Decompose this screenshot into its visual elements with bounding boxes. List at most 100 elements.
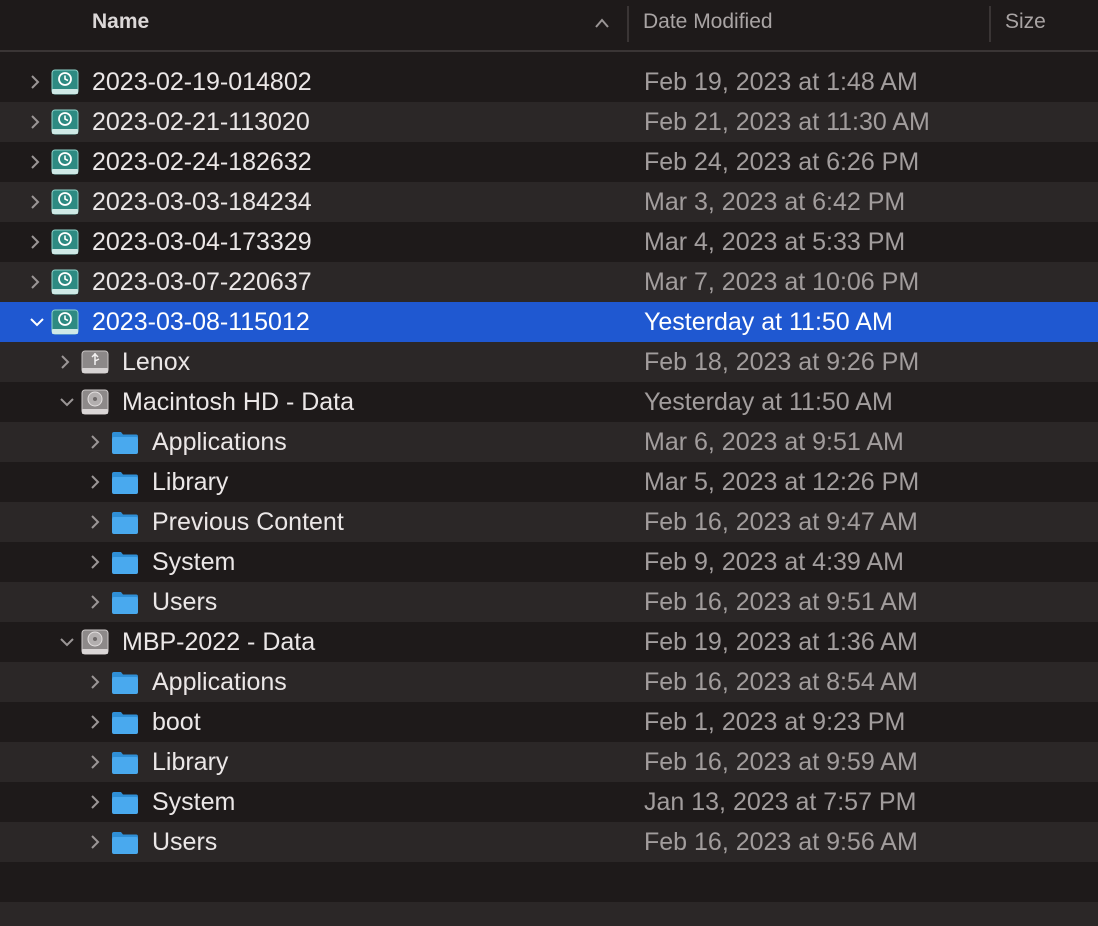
- empty-row: [0, 902, 1098, 926]
- hard-drive-icon: [80, 627, 110, 657]
- list-item[interactable]: Users Feb 16, 2023 at 9:51 AM: [0, 582, 1098, 622]
- item-date-modified: Feb 19, 2023 at 1:36 AM: [644, 628, 918, 656]
- item-date-modified: Feb 24, 2023 at 6:26 PM: [644, 148, 920, 176]
- file-list: 2023-02-19-014802 Feb 19, 2023 at 1:48 AM…: [0, 62, 1098, 862]
- list-item[interactable]: Applications Feb 16, 2023 at 8:54 AM: [0, 662, 1098, 702]
- list-item[interactable]: 2023-03-03-184234 Mar 3, 2023 at 6:42 PM: [0, 182, 1098, 222]
- item-name: 2023-02-19-014802: [92, 68, 312, 96]
- time-machine-backup-icon: [50, 107, 80, 137]
- chevron-right-icon[interactable]: [28, 154, 42, 170]
- item-name: MBP-2022 - Data: [122, 628, 316, 656]
- time-machine-backup-icon: [50, 267, 80, 297]
- date-modified-column-header[interactable]: Date Modified: [643, 0, 773, 46]
- item-name: 2023-03-03-184234: [92, 188, 312, 216]
- sort-ascending-icon[interactable]: [594, 17, 610, 29]
- chevron-right-icon[interactable]: [88, 674, 102, 690]
- time-machine-backup-icon: [50, 307, 80, 337]
- item-date-modified: Mar 5, 2023 at 12:26 PM: [644, 468, 920, 496]
- item-name: Users: [152, 828, 218, 856]
- chevron-right-icon[interactable]: [88, 434, 102, 450]
- chevron-right-icon[interactable]: [28, 194, 42, 210]
- item-date-modified: Mar 4, 2023 at 5:33 PM: [644, 228, 906, 256]
- folder-icon: [110, 467, 140, 497]
- item-date-modified: Feb 1, 2023 at 9:23 PM: [644, 708, 906, 736]
- folder-icon: [110, 827, 140, 857]
- item-name: System: [152, 788, 236, 816]
- chevron-right-icon[interactable]: [58, 354, 72, 370]
- item-date-modified: Feb 21, 2023 at 11:30 AM: [644, 108, 930, 136]
- item-name: Applications: [152, 668, 287, 696]
- folder-icon: [110, 787, 140, 817]
- chevron-right-icon[interactable]: [88, 714, 102, 730]
- item-date-modified: Jan 13, 2023 at 7:57 PM: [644, 788, 917, 816]
- column-header: Name Date Modified Size: [0, 0, 1098, 52]
- chevron-right-icon[interactable]: [28, 274, 42, 290]
- list-item[interactable]: MBP-2022 - Data Feb 19, 2023 at 1:36 AM: [0, 622, 1098, 662]
- time-machine-backup-icon: [50, 187, 80, 217]
- list-item[interactable]: Applications Mar 6, 2023 at 9:51 AM: [0, 422, 1098, 462]
- item-date-modified: Mar 7, 2023 at 10:06 PM: [644, 268, 920, 296]
- folder-icon: [110, 587, 140, 617]
- item-date-modified: Yesterday at 11:50 AM: [644, 308, 893, 336]
- list-item[interactable]: Users Feb 16, 2023 at 9:56 AM: [0, 822, 1098, 862]
- list-item[interactable]: 2023-03-07-220637 Mar 7, 2023 at 10:06 PM: [0, 262, 1098, 302]
- item-name: 2023-02-24-182632: [92, 148, 312, 176]
- item-name: 2023-03-07-220637: [92, 268, 312, 296]
- folder-icon: [110, 507, 140, 537]
- item-date-modified: Mar 6, 2023 at 9:51 AM: [644, 428, 904, 456]
- list-item[interactable]: Macintosh HD - Data Yesterday at 11:50 AM: [0, 382, 1098, 422]
- item-name: Lenox: [122, 348, 191, 376]
- item-date-modified: Feb 16, 2023 at 9:56 AM: [644, 828, 918, 856]
- list-item[interactable]: Lenox Feb 18, 2023 at 9:26 PM: [0, 342, 1098, 382]
- item-date-modified: Feb 19, 2023 at 1:48 AM: [644, 68, 918, 96]
- chevron-right-icon[interactable]: [88, 794, 102, 810]
- chevron-right-icon[interactable]: [88, 514, 102, 530]
- chevron-right-icon[interactable]: [88, 834, 102, 850]
- list-item[interactable]: 2023-02-19-014802 Feb 19, 2023 at 1:48 AM: [0, 62, 1098, 102]
- item-name: Library: [152, 748, 229, 776]
- name-column-header[interactable]: Name: [92, 0, 149, 46]
- chevron-right-icon[interactable]: [88, 754, 102, 770]
- column-divider[interactable]: [989, 6, 991, 42]
- chevron-down-icon[interactable]: [28, 314, 44, 330]
- time-machine-backup-icon: [50, 227, 80, 257]
- folder-icon: [110, 707, 140, 737]
- list-item[interactable]: 2023-03-04-173329 Mar 4, 2023 at 5:33 PM: [0, 222, 1098, 262]
- item-name: boot: [152, 708, 201, 736]
- item-date-modified: Mar 3, 2023 at 6:42 PM: [644, 188, 906, 216]
- chevron-right-icon[interactable]: [88, 594, 102, 610]
- list-item[interactable]: 2023-02-21-113020 Feb 21, 2023 at 11:30 A…: [0, 102, 1098, 142]
- chevron-right-icon[interactable]: [28, 114, 42, 130]
- chevron-right-icon[interactable]: [88, 554, 102, 570]
- list-item[interactable]: Library Feb 16, 2023 at 9:59 AM: [0, 742, 1098, 782]
- list-item[interactable]: 2023-02-24-182632 Feb 24, 2023 at 6:26 PM: [0, 142, 1098, 182]
- item-date-modified: Feb 16, 2023 at 9:51 AM: [644, 588, 918, 616]
- list-item[interactable]: 2023-03-08-115012 Yesterday at 11:50 AM: [0, 302, 1098, 342]
- chevron-down-icon[interactable]: [58, 394, 74, 410]
- item-date-modified: Feb 18, 2023 at 9:26 PM: [644, 348, 920, 376]
- item-name: 2023-02-21-113020: [92, 108, 310, 136]
- size-column-header[interactable]: Size: [1005, 0, 1046, 46]
- chevron-right-icon[interactable]: [28, 74, 42, 90]
- item-date-modified: Feb 16, 2023 at 8:54 AM: [644, 668, 918, 696]
- item-date-modified: Feb 16, 2023 at 9:47 AM: [644, 508, 918, 536]
- chevron-right-icon[interactable]: [28, 234, 42, 250]
- hard-drive-icon: [80, 387, 110, 417]
- list-item[interactable]: System Jan 13, 2023 at 7:57 PM: [0, 782, 1098, 822]
- list-item[interactable]: boot Feb 1, 2023 at 9:23 PM: [0, 702, 1098, 742]
- list-item[interactable]: Previous Content Feb 16, 2023 at 9:47 AM: [0, 502, 1098, 542]
- list-item[interactable]: Library Mar 5, 2023 at 12:26 PM: [0, 462, 1098, 502]
- column-divider[interactable]: [627, 6, 629, 42]
- item-name: Macintosh HD - Data: [122, 388, 355, 416]
- chevron-right-icon[interactable]: [88, 474, 102, 490]
- chevron-down-icon[interactable]: [58, 634, 74, 650]
- item-name: 2023-03-04-173329: [92, 228, 312, 256]
- list-item[interactable]: System Feb 9, 2023 at 4:39 AM: [0, 542, 1098, 582]
- folder-icon: [110, 747, 140, 777]
- item-name: Previous Content: [152, 508, 344, 536]
- folder-icon: [110, 427, 140, 457]
- item-date-modified: Feb 9, 2023 at 4:39 AM: [644, 548, 904, 576]
- item-name: System: [152, 548, 236, 576]
- usb-drive-icon: [80, 347, 110, 377]
- item-name: 2023-03-08-115012: [92, 308, 310, 336]
